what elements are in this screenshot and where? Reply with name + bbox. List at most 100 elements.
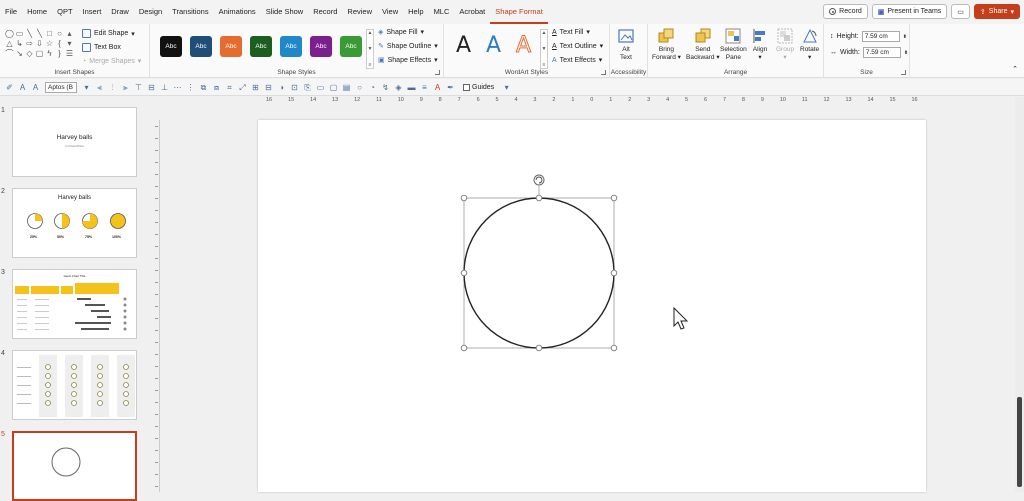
rectangle-shape-icon[interactable]: ▭ [15,29,24,38]
font-size-increase-icon[interactable]: A [16,81,29,94]
eyedropper-icon[interactable]: ✒ [444,81,457,94]
resize-handle-bottom-left[interactable] [460,344,468,352]
gallery-down-icon[interactable]: ▾ [65,39,74,48]
lightning-shape-icon[interactable]: ϟ [45,49,54,58]
dialog-launcher-icon[interactable] [435,70,440,75]
chevron-down-icon[interactable]: ▾ [80,81,93,94]
tab-slide-show[interactable]: Slide Show [261,0,309,24]
align-top-icon[interactable]: ⊤ [132,81,145,94]
group-icon[interactable]: ⊞ [249,81,262,94]
alt-text-button[interactable]: Alt Text [618,28,634,62]
wordart-style-blue[interactable]: A [486,33,501,58]
slide-thumbnail-2[interactable]: Harvey balls 25% 50% 75% 100% [12,188,137,258]
resize-handle-top[interactable] [535,194,543,202]
text-effects-button[interactable]: A Text Effects ▾ [552,56,602,65]
present-in-teams-button[interactable]: ▣ Present in Teams [871,4,948,19]
text-box-button[interactable]: Text Box [82,43,121,52]
lock-icon[interactable]: ⊡ [288,81,301,94]
font-color-icon[interactable]: A [431,81,444,94]
merge-shapes-button[interactable]: ◔ Merge Shapes ▾ [82,57,141,66]
arrow-shape-icon[interactable]: ⇨ [25,39,34,48]
tab-insert[interactable]: Insert [78,0,107,24]
merge-icon[interactable]: ◑ [275,81,288,94]
gallery-up-icon[interactable]: ▴ [65,29,74,38]
bring-to-front-icon[interactable]: ⧉ [197,81,210,94]
tab-shape-format[interactable]: Shape Format [490,0,548,24]
bring-forward-button[interactable]: Bring Forward ▾ [652,28,681,62]
selected-circle-shape[interactable] [463,197,615,349]
chevron-down-icon[interactable]: ▼ [542,46,547,52]
shape-gallery[interactable]: ◯ ▭ ╲ ╲ □ ○ ▴ △ ↳ ⇨ ⇩ ☆{▾ ⌒ ↘ ◇ ▢ ϟ} ☰ [5,29,73,58]
tab-review[interactable]: Review [342,0,377,24]
rotate-button[interactable]: Rotate ▾ [800,28,819,62]
diamond-shape-icon[interactable]: ◇ [25,49,34,58]
oval-shape-icon[interactable]: ○ [55,29,64,38]
shape-fill-button[interactable]: ◈ Shape Fill ▾ [378,28,424,37]
square-shape-icon[interactable]: ▢ [35,49,44,58]
star-shape-icon[interactable]: ☆ [45,39,54,48]
tab-help[interactable]: Help [403,0,428,24]
arrow-shape-icon[interactable]: ⇩ [35,39,44,48]
crop-icon[interactable]: ⌗ [223,81,236,94]
selection-pane-button[interactable]: Selection Pane [720,28,747,62]
ribbon-collapse-icon[interactable]: ⌃ [1012,65,1018,73]
curve-shape-icon[interactable]: ⌒ [5,49,14,58]
copy-format-icon[interactable]: ⎘ [301,81,314,94]
guides-checkbox[interactable] [463,83,470,91]
chevron-down-icon[interactable]: ▼ [368,46,373,52]
tab-record[interactable]: Record [308,0,342,24]
tab-draw[interactable]: Draw [106,0,134,24]
brace-shape-icon[interactable]: { [55,39,64,48]
outline-color-icon[interactable]: ▬ [405,81,418,94]
shape-outline-button[interactable]: ✎ Shape Outline ▾ [378,42,438,51]
slide-thumbnail-3[interactable]: Gantt Chart Title [12,269,137,339]
spinner-icon[interactable]: ⬍ [903,34,907,40]
align-button[interactable]: Align ▾ [752,28,768,62]
resize-handle-left[interactable] [460,269,468,277]
shape-effects-button[interactable]: ▣ Shape Effects ▾ [378,56,438,65]
resize-handle-top-right[interactable] [610,194,618,202]
align-left-icon[interactable]: ⫷ [93,81,106,94]
spinner-icon[interactable]: ⬍ [904,50,908,56]
slide-thumbnail-1[interactable]: Harvey balls In PowerPoint [12,107,137,177]
shape-style-swatch[interactable]: Abc [250,36,272,57]
wordart-style-plain[interactable]: A [456,33,471,58]
send-to-back-icon[interactable]: ⧈ [210,81,223,94]
dialog-launcher-icon[interactable] [601,70,606,75]
send-backward-button[interactable]: Send Backward ▾ [686,28,720,62]
wordart-scroll[interactable]: ▲ ▼ ≡ [540,29,548,69]
slide-canvas[interactable] [258,120,926,492]
text-fill-button[interactable]: A Text Fill ▾ [552,28,590,37]
align-bottom-icon[interactable]: ⊥ [158,81,171,94]
distribute-horizontal-icon[interactable]: ⋯ [171,81,184,94]
tab-qpt[interactable]: QPT [52,0,77,24]
oval-icon[interactable]: ○ [353,81,366,94]
width-input[interactable]: 7.59 cm [862,47,901,58]
slide-thumbnail-5[interactable] [12,431,137,501]
guides-toggle[interactable]: Guides [463,83,494,91]
brace-shape-icon[interactable]: } [55,49,64,58]
shape-style-swatch[interactable]: Abc [220,36,242,57]
triangle-shape-icon[interactable]: △ [5,39,14,48]
resize-handle-right[interactable] [610,269,618,277]
shape-style-swatch[interactable]: Abc [340,36,362,57]
elbow-shape-icon[interactable]: ↳ [15,39,24,48]
distribute-vertical-icon[interactable]: ⋮ [184,81,197,94]
rectangle-shape-icon[interactable]: □ [45,29,54,38]
tab-animations[interactable]: Animations [214,0,261,24]
share-button[interactable]: ⇪ Share ▾ [973,4,1020,19]
format-painter-icon[interactable]: ✐ [3,81,16,94]
ungroup-icon[interactable]: ⊟ [262,81,275,94]
scrollbar-thumb[interactable] [1017,397,1022,487]
resize-handle-bottom[interactable] [535,344,543,352]
align-middle-icon[interactable]: ⊟ [145,81,158,94]
rotate-handle-icon[interactable] [533,174,545,198]
rounded-rectangle-icon[interactable]: ▢ [327,81,340,94]
connector-icon[interactable]: ↯ [379,81,392,94]
more-icon[interactable]: ≡ [543,62,546,68]
size-icon[interactable]: ⤢ [236,81,249,94]
oval-shape-icon[interactable]: ◯ [5,29,14,38]
resize-handle-top-left[interactable] [460,194,468,202]
tab-file[interactable]: File [0,0,22,24]
shape-style-swatch[interactable]: Abc [160,36,182,57]
